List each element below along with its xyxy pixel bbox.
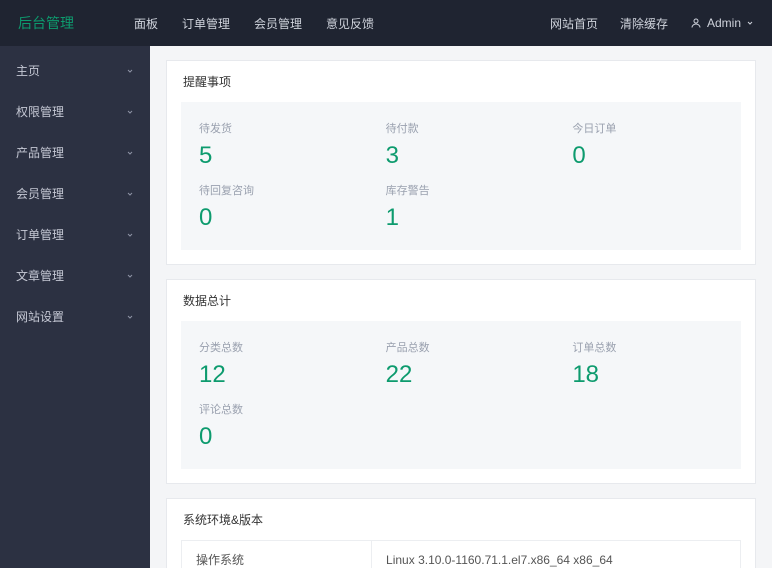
stat-value: 3 xyxy=(386,142,537,170)
chevron-down-icon xyxy=(126,190,134,198)
stat-label: 待发货 xyxy=(199,120,350,136)
stat-today-orders: 今日订单 0 xyxy=(554,114,741,176)
env-card: 系统环境&版本 操作系统 Linux 3.10.0-1160.71.1.el7.… xyxy=(166,498,756,568)
chevron-down-icon xyxy=(126,272,134,280)
chevron-down-icon xyxy=(126,67,134,75)
stat-value: 18 xyxy=(572,361,723,389)
chevron-down-icon xyxy=(126,231,134,239)
stat-value: 0 xyxy=(199,204,350,232)
env-value: Linux 3.10.0-1160.71.1.el7.x86_64 x86_64 xyxy=(372,541,741,568)
stat-value: 0 xyxy=(199,423,350,451)
sidebar-item-orders[interactable]: 订单管理 xyxy=(0,214,150,255)
stat-orders: 订单总数 18 xyxy=(554,333,741,395)
sidebar-item-members[interactable]: 会员管理 xyxy=(0,173,150,214)
stat-products: 产品总数 22 xyxy=(368,333,555,395)
sidebar-item-label: 文章管理 xyxy=(16,267,64,284)
nav-site-home[interactable]: 网站首页 xyxy=(550,15,598,32)
stat-label: 分类总数 xyxy=(199,339,350,355)
sidebar-item-label: 产品管理 xyxy=(16,144,64,161)
stat-value: 1 xyxy=(386,204,537,232)
stat-value: 0 xyxy=(572,142,723,170)
nav-right: 网站首页 清除缓存 Admin xyxy=(550,15,754,32)
nav-members[interactable]: 会员管理 xyxy=(254,15,302,32)
reminders-grid: 待发货 5 待付款 3 今日订单 0 待回复咨询 0 库存警告 1 xyxy=(181,102,741,250)
chevron-down-icon xyxy=(126,149,134,157)
reminders-card: 提醒事项 待发货 5 待付款 3 今日订单 0 待回复咨询 0 xyxy=(166,60,756,265)
sidebar-item-home[interactable]: 主页 xyxy=(0,50,150,91)
main-content: 提醒事项 待发货 5 待付款 3 今日订单 0 待回复咨询 0 xyxy=(150,46,772,568)
stat-label: 库存警告 xyxy=(386,182,537,198)
stat-label: 今日订单 xyxy=(572,120,723,136)
sidebar-item-label: 订单管理 xyxy=(16,226,64,243)
table-row: 操作系统 Linux 3.10.0-1160.71.1.el7.x86_64 x… xyxy=(182,541,741,568)
stat-reviews: 评论总数 0 xyxy=(181,395,368,457)
chevron-down-icon xyxy=(126,108,134,116)
sidebar-item-label: 权限管理 xyxy=(16,103,64,120)
logo: 后台管理 xyxy=(18,13,74,33)
nav-feedback[interactable]: 意见反馈 xyxy=(326,15,374,32)
sidebar-item-articles[interactable]: 文章管理 xyxy=(0,255,150,296)
sidebar-item-products[interactable]: 产品管理 xyxy=(0,132,150,173)
stat-pending-ship: 待发货 5 xyxy=(181,114,368,176)
stat-label: 产品总数 xyxy=(386,339,537,355)
stat-pending-reply: 待回复咨询 0 xyxy=(181,176,368,238)
user-icon xyxy=(690,17,702,29)
stat-stock-warning: 库存警告 1 xyxy=(368,176,555,238)
nav-clear-cache[interactable]: 清除缓存 xyxy=(620,15,668,32)
stat-value: 22 xyxy=(386,361,537,389)
sidebar-item-label: 会员管理 xyxy=(16,185,64,202)
totals-card: 数据总计 分类总数 12 产品总数 22 订单总数 18 评论总数 0 xyxy=(166,279,756,484)
admin-menu[interactable]: Admin xyxy=(690,16,754,30)
env-key: 操作系统 xyxy=(182,541,372,568)
sidebar-item-settings[interactable]: 网站设置 xyxy=(0,296,150,337)
stat-label: 待付款 xyxy=(386,120,537,136)
stat-value: 12 xyxy=(199,361,350,389)
chevron-down-icon xyxy=(126,313,134,321)
sidebar-item-permissions[interactable]: 权限管理 xyxy=(0,91,150,132)
stat-label: 待回复咨询 xyxy=(199,182,350,198)
nav-dashboard[interactable]: 面板 xyxy=(134,15,158,32)
stat-pending-pay: 待付款 3 xyxy=(368,114,555,176)
nav-left: 面板 订单管理 会员管理 意见反馈 xyxy=(134,15,374,32)
env-title: 系统环境&版本 xyxy=(167,499,755,540)
totals-grid: 分类总数 12 产品总数 22 订单总数 18 评论总数 0 xyxy=(181,321,741,469)
nav-orders[interactable]: 订单管理 xyxy=(182,15,230,32)
stat-value: 5 xyxy=(199,142,350,170)
chevron-down-icon xyxy=(746,19,754,27)
sidebar-item-label: 主页 xyxy=(16,62,40,79)
sidebar-item-label: 网站设置 xyxy=(16,308,64,325)
reminders-title: 提醒事项 xyxy=(167,61,755,102)
stat-label: 评论总数 xyxy=(199,401,350,417)
admin-label: Admin xyxy=(707,16,741,30)
stat-label: 订单总数 xyxy=(572,339,723,355)
totals-title: 数据总计 xyxy=(167,280,755,321)
stat-categories: 分类总数 12 xyxy=(181,333,368,395)
sidebar: 主页 权限管理 产品管理 会员管理 订单管理 文章管理 网站设置 xyxy=(0,46,150,568)
container: 主页 权限管理 产品管理 会员管理 订单管理 文章管理 网站设置 xyxy=(0,46,772,568)
topbar: 后台管理 面板 订单管理 会员管理 意见反馈 网站首页 清除缓存 Admin xyxy=(0,0,772,46)
env-table: 操作系统 Linux 3.10.0-1160.71.1.el7.x86_64 x… xyxy=(181,540,741,568)
